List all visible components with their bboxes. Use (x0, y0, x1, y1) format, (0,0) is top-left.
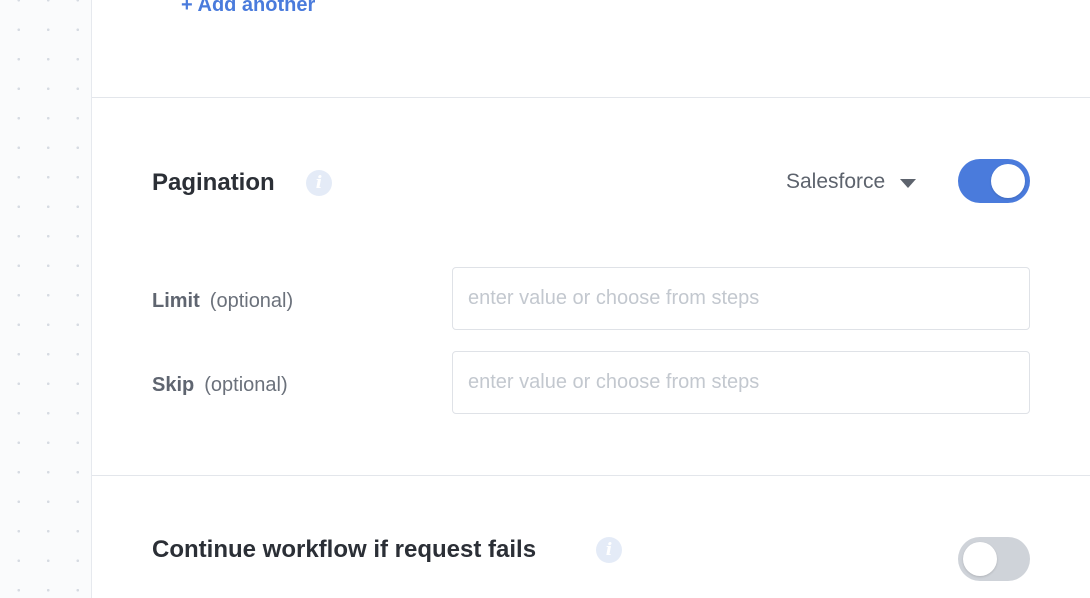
section-divider (92, 475, 1090, 476)
page: + Add another Pagination i Salesforce Li… (0, 0, 1090, 598)
continue-on-failure-title: Continue workflow if request fails (152, 536, 537, 563)
pagination-title: Pagination (152, 169, 275, 196)
pagination-toggle[interactable] (958, 159, 1030, 203)
continue-on-failure-toggle[interactable] (958, 537, 1030, 581)
limit-label-name: Limit (152, 290, 200, 312)
caret-down-icon (900, 178, 917, 188)
toggle-knob (963, 542, 997, 576)
pagination-provider-selected: Salesforce (786, 170, 886, 193)
limit-label: Limit (optional) (152, 290, 293, 313)
skip-input[interactable] (452, 351, 1030, 414)
skip-label-name: Skip (152, 374, 195, 396)
info-icon[interactable]: i (596, 537, 622, 563)
pagination-provider-dropdown[interactable]: Salesforce (786, 170, 917, 194)
toggle-knob (991, 164, 1025, 198)
workflow-canvas-strip (0, 0, 92, 598)
skip-optional-label: (optional) (204, 374, 288, 396)
step-settings-panel: + Add another Pagination i Salesforce Li… (92, 0, 1090, 598)
skip-label: Skip (optional) (152, 374, 288, 397)
section-divider (92, 97, 1090, 98)
info-icon[interactable]: i (306, 170, 332, 196)
limit-input[interactable] (452, 267, 1030, 330)
add-another-link[interactable]: + Add another (181, 0, 315, 17)
limit-optional-label: (optional) (209, 290, 294, 312)
